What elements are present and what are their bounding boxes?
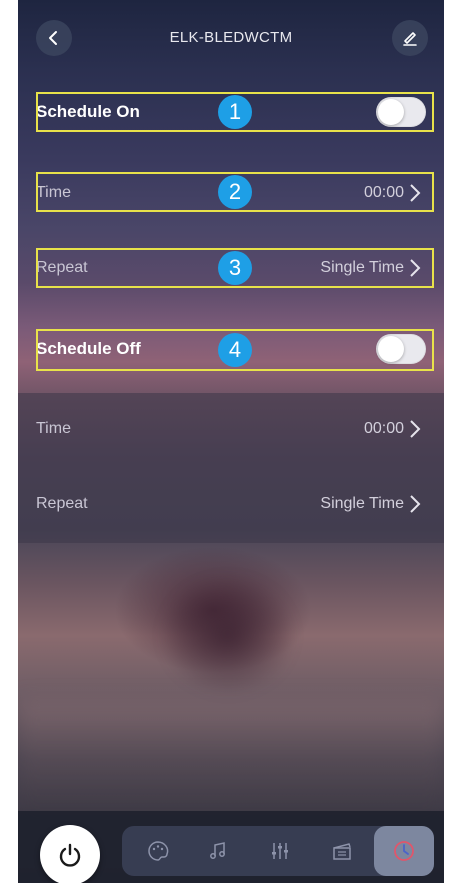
background-mountain bbox=[78, 545, 378, 695]
schedule-off-repeat-label: Repeat bbox=[36, 495, 88, 512]
schedule-off-time-label: Time bbox=[36, 420, 71, 437]
schedule-off-repeat-value: Single Time bbox=[320, 495, 404, 512]
tab-scenes[interactable] bbox=[312, 826, 372, 876]
chevron-right-icon bbox=[410, 420, 421, 438]
palette-icon bbox=[148, 841, 169, 861]
clapperboard-icon bbox=[333, 843, 351, 860]
tab-color[interactable] bbox=[128, 826, 188, 876]
timer-icon bbox=[394, 841, 414, 861]
schedule-off-time-value: 00:00 bbox=[363, 420, 404, 437]
edit-button[interactable] bbox=[392, 20, 428, 56]
schedule-off-time-row[interactable]: Time 00:00 bbox=[18, 409, 444, 449]
annotation-badge: 2 bbox=[218, 175, 252, 209]
tab-adjust[interactable] bbox=[250, 826, 310, 876]
tab-timer[interactable] bbox=[374, 826, 434, 876]
page-title: ELK-BLEDWCTM bbox=[169, 29, 293, 46]
annotation-badge: 4 bbox=[218, 333, 252, 367]
sliders-icon bbox=[272, 843, 288, 859]
schedule-off-repeat-row[interactable]: Repeat Single Time bbox=[18, 484, 444, 524]
app-screen: ELK-BLEDWCTM Schedule On Time 00:00 Repe… bbox=[18, 0, 444, 883]
music-note-icon bbox=[210, 842, 225, 859]
power-button[interactable] bbox=[40, 825, 100, 883]
chevron-right-icon bbox=[410, 495, 421, 513]
annotation-badge: 3 bbox=[218, 251, 252, 285]
tab-music[interactable] bbox=[188, 826, 248, 876]
pencil-icon bbox=[403, 32, 417, 46]
power-icon bbox=[59, 843, 81, 867]
annotation-badge: 1 bbox=[218, 95, 252, 129]
